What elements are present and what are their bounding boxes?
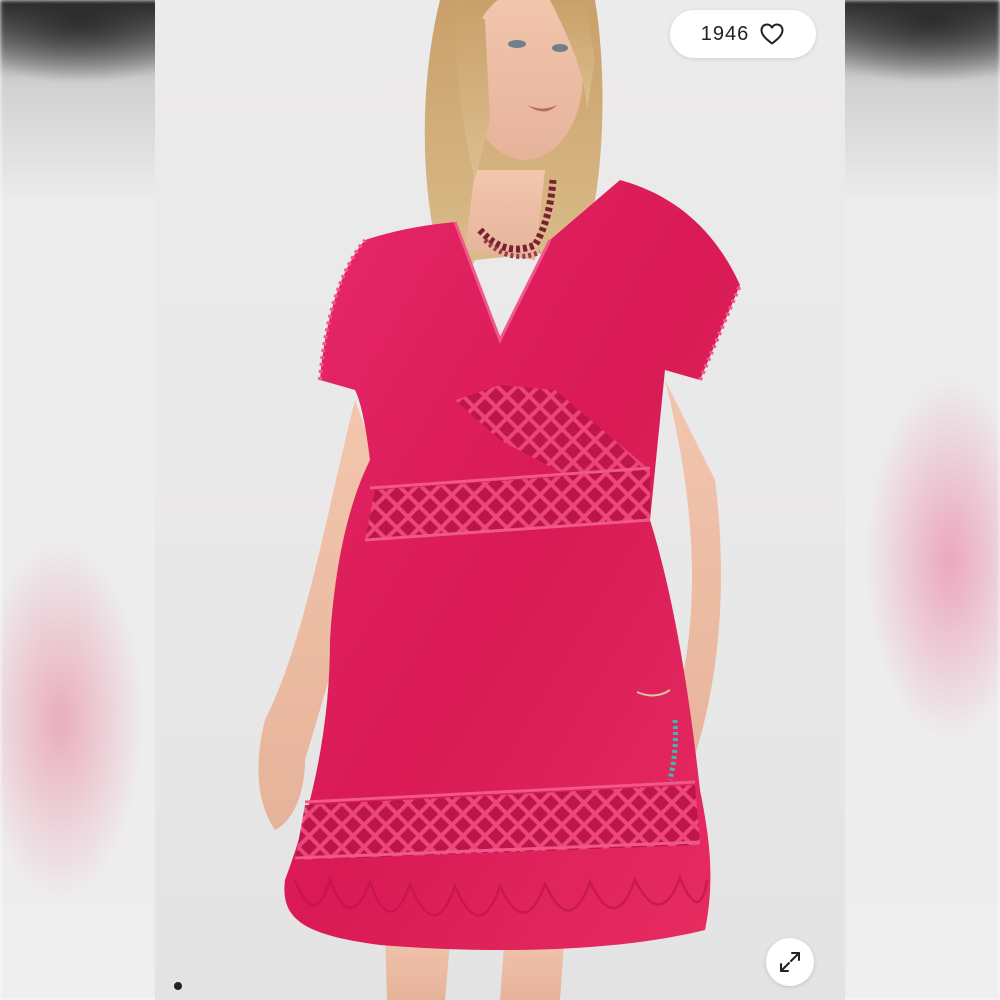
expand-arrows-icon bbox=[780, 952, 800, 972]
like-button[interactable]: 1946 bbox=[670, 10, 816, 58]
product-photo[interactable] bbox=[155, 0, 845, 1000]
model-in-pink-dress-illustration bbox=[258, 0, 742, 1000]
expand-image-button[interactable] bbox=[766, 938, 814, 986]
product-image-viewer: 1946 bbox=[0, 0, 1000, 1000]
image-pager bbox=[174, 982, 182, 990]
like-count: 1946 bbox=[700, 22, 750, 45]
pager-dot-active[interactable] bbox=[174, 982, 182, 990]
heart-outline-icon bbox=[760, 23, 784, 45]
